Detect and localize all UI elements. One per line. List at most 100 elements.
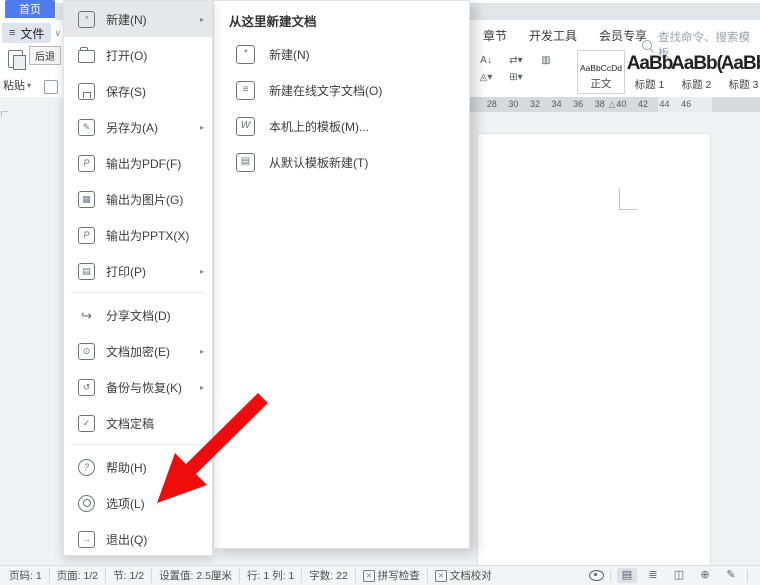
menu-item-label: 新建(N)	[106, 11, 147, 28]
format-painter-icon[interactable]	[44, 80, 58, 94]
menu-item-export-pdf[interactable]: P 输出为PDF(F) ▸	[64, 145, 212, 181]
status-segment-text: 行: 1 列: 1	[247, 568, 294, 583]
paste-button[interactable]: 粘贴 ▾	[3, 77, 31, 93]
export-pptx-icon: P	[78, 227, 95, 244]
search-icon	[642, 40, 652, 50]
dropdown-arrow-icon: ▾	[27, 81, 31, 90]
indent-marker-icon[interactable]: △	[609, 100, 615, 109]
menu-item-backup-restore[interactable]: ↺ 备份与恢复(K) ▸	[64, 369, 212, 405]
ribbon-tab-row: 章节 开发工具 会员专享	[483, 27, 647, 44]
status-segment-text: 页码: 1	[9, 568, 42, 583]
menu-item-open[interactable]: 打开(O) ▸	[64, 37, 212, 73]
submenu-item-local-templates[interactable]: W 本机上的模板(M)...	[214, 108, 469, 144]
tab-chapter[interactable]: 章节	[483, 27, 507, 44]
status-line-column[interactable]: ✕ 行: 1 列: 1	[239, 568, 301, 583]
text-boundary-corner-mark	[619, 188, 637, 210]
divider	[747, 570, 748, 582]
status-page[interactable]: ✕ 页面: 1/2	[49, 568, 105, 583]
style-heading-1[interactable]: AaBb 标题 1	[627, 50, 672, 94]
menu-item-label: 打印(P)	[106, 263, 146, 280]
share-icon: ↪	[78, 307, 95, 324]
menu-item-print[interactable]: ▤ 打印(P) ▸	[64, 253, 212, 289]
file-menu-button[interactable]: ≡ 文件 ∨	[2, 23, 61, 43]
submenu-item-label: 本机上的模板(M)...	[269, 118, 369, 135]
outline-view-icon[interactable]: ≣	[643, 568, 663, 583]
menu-item-label: 保存(S)	[106, 83, 146, 100]
menu-item-label: 另存为(A)	[106, 119, 158, 136]
menu-item-encrypt-document[interactable]: ⊙ 文档加密(E) ▸	[64, 333, 212, 369]
status-spell-check[interactable]: ✕ 拼写检查	[355, 568, 427, 583]
indent-icon[interactable]: ⇄▾	[502, 55, 530, 66]
status-segment-text: 节: 1/2	[113, 568, 144, 583]
menu-item-label: 打开(O)	[106, 47, 147, 64]
export-image-icon: ▦	[78, 191, 95, 208]
read-view-icon[interactable]: ◫	[669, 568, 689, 583]
paste-icon[interactable]	[8, 50, 23, 68]
file-button-label: 文件	[20, 25, 44, 42]
style-name: 标题 1	[635, 77, 665, 92]
finalize-check-icon: ✓	[78, 415, 95, 432]
menu-item-label: 文档定稿	[106, 415, 154, 432]
export-pdf-icon: P	[78, 155, 95, 172]
ruler-tick: 38	[589, 99, 611, 109]
menu-item-help[interactable]: ? 帮助(H) ▸	[64, 449, 212, 485]
status-segment-text: 文档校对	[450, 568, 492, 583]
print-icon: ▤	[78, 263, 95, 280]
status-setting-value[interactable]: ✕ 设置值: 2.5厘米	[151, 568, 239, 583]
submenu-item-label: 新建(N)	[269, 46, 310, 63]
menu-item-exit[interactable]: → 退出(Q) ▸	[64, 521, 212, 556]
new-document-icon: *	[236, 45, 255, 64]
style-name: 标题 3	[729, 77, 759, 92]
ruler-tick: 46	[675, 99, 697, 109]
status-section[interactable]: ✕ 节: 1/2	[105, 568, 151, 583]
eye-protection-icon[interactable]	[589, 570, 604, 581]
save-icon	[78, 83, 95, 100]
style-sample: AaBb	[721, 54, 760, 73]
submenu-item-new-online-doc[interactable]: ≡ 新建在线文字文档(O)	[214, 72, 469, 108]
options-gear-icon	[78, 495, 95, 512]
style-heading-3[interactable]: AaBb 标题 3	[721, 50, 760, 94]
menu-item-save-as[interactable]: ✎ 另存为(A) ▸	[64, 109, 212, 145]
style-name: 正文	[591, 76, 612, 91]
tab-dev-tools[interactable]: 开发工具	[529, 27, 577, 44]
menu-item-save[interactable]: 保存(S) ▸	[64, 73, 212, 109]
shading-icon[interactable]: ◬▾	[472, 72, 500, 83]
file-menu-panel: * 新建(N) ▸ 打开(O) ▸ 保存(S) ▸ ✎ 另存为(A) ▸ P 输…	[63, 0, 213, 556]
menu-item-export-image[interactable]: ▦ 输出为图片(G) ▸	[64, 181, 212, 217]
horizontal-ruler: 28303234363840424446 △	[470, 97, 760, 112]
tab-member-exclusive[interactable]: 会员专享	[599, 27, 647, 44]
columns-icon[interactable]: ▥	[532, 55, 560, 66]
status-proofread[interactable]: ✕ 文档校对	[427, 568, 499, 583]
text-boundary-corner-mark	[1, 111, 8, 117]
status-segment-text: 字数: 22	[309, 568, 348, 583]
toggle-checkbox-icon: ✕	[363, 570, 375, 582]
menu-item-export-pptx[interactable]: P 输出为PPTX(X) ▸	[64, 217, 212, 253]
paste-label: 粘贴	[3, 77, 25, 93]
menu-item-finalize-document[interactable]: ✓ 文档定稿 ▸	[64, 405, 212, 441]
menu-item-label: 退出(Q)	[106, 531, 147, 548]
borders-icon[interactable]: ⊞▾	[502, 72, 530, 83]
ruler-tick: 32	[524, 99, 546, 109]
submenu-item-new-from-default-template[interactable]: ▤ 从默认模板新建(T)	[214, 144, 469, 180]
page-view-icon[interactable]: ▤	[617, 568, 637, 583]
submenu-item-new[interactable]: * 新建(N)	[214, 36, 469, 72]
ink-pen-icon[interactable]: ✎	[721, 568, 741, 583]
default-template-icon: ▤	[236, 153, 255, 172]
style-heading-2[interactable]: AaBb( 标题 2	[674, 50, 719, 94]
web-view-icon[interactable]: ⊕	[695, 568, 715, 583]
menu-item-share-document[interactable]: ↪ 分享文档(D) ▸	[64, 297, 212, 333]
sort-icon[interactable]: A↓	[472, 55, 500, 66]
submenu-item-label: 新建在线文字文档(O)	[269, 82, 382, 99]
style-body-text[interactable]: AaBbCcDd 正文	[577, 50, 625, 94]
menu-item-label: 输出为图片(G)	[106, 191, 183, 208]
status-page-number[interactable]: ✕ 页码: 1	[2, 568, 49, 583]
menu-item-new[interactable]: * 新建(N) ▸	[64, 1, 212, 37]
ruler-tick: 30	[503, 99, 525, 109]
open-folder-icon	[78, 50, 95, 63]
menu-item-options[interactable]: 选项(L) ▸	[64, 485, 212, 521]
status-segment-text: 拼写检查	[378, 568, 420, 583]
submenu-arrow-icon: ▸	[200, 267, 204, 276]
ruler-tick: 36	[567, 99, 589, 109]
tab-home[interactable]: 首页	[5, 0, 55, 18]
status-word-count[interactable]: ✕ 字数: 22	[301, 568, 355, 583]
